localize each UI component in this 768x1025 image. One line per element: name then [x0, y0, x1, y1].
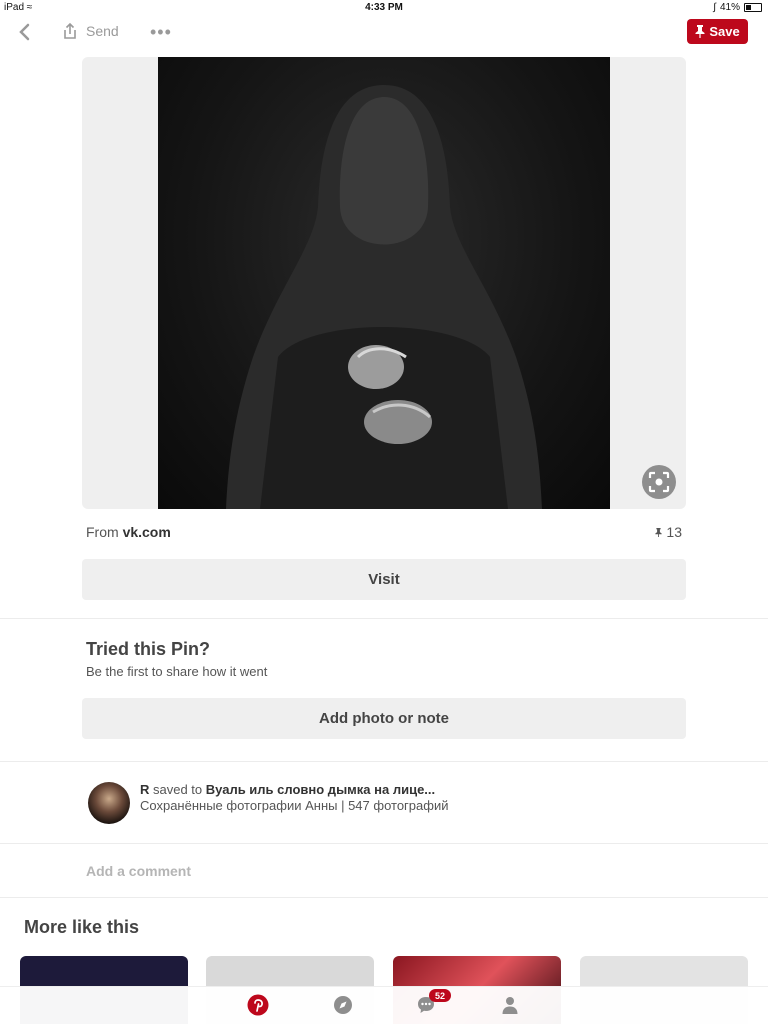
lens-icon: [648, 471, 670, 493]
more-icon: •••: [150, 22, 172, 42]
source-link[interactable]: vk.com: [123, 524, 171, 540]
pin-icon: [695, 25, 705, 38]
save-label: Save: [709, 24, 740, 39]
source-row: From vk.com 13: [86, 524, 682, 542]
share-icon: [64, 22, 76, 39]
pinterest-logo-icon: [247, 994, 269, 1016]
save-button[interactable]: Save: [687, 19, 748, 44]
compass-icon: [334, 996, 352, 1014]
battery-percent: 41%: [719, 2, 740, 13]
veiled-figure-illustration: [226, 85, 542, 509]
saved-by-user[interactable]: R: [140, 782, 149, 797]
battery-icon: [744, 3, 762, 12]
tried-subtitle: Be the first to share how it went: [86, 664, 268, 679]
pin-count-icon: [655, 527, 663, 537]
more-like-this-title: More like this: [24, 917, 140, 937]
avatar[interactable]: [88, 782, 130, 824]
board-detail[interactable]: Сохранённые фотографии Анны | 547 фотогр…: [140, 798, 448, 813]
status-right: ∫ 41%: [713, 2, 762, 13]
tab-profile[interactable]: [498, 993, 522, 1017]
chevron-left-icon: [19, 23, 30, 41]
tab-home[interactable]: [246, 993, 270, 1017]
profile-icon: [502, 997, 518, 1014]
pin-photo: [158, 57, 610, 509]
bottom-tab-bar: [0, 986, 768, 1025]
tab-explore[interactable]: [331, 993, 355, 1017]
save-count: 13: [655, 524, 682, 540]
section-divider: [0, 843, 768, 844]
section-divider: [0, 761, 768, 762]
source-prefix: From: [86, 524, 123, 540]
clock: 4:33 PM: [365, 2, 403, 13]
visual-search-button[interactable]: [642, 465, 676, 499]
bluetooth-icon: ∫: [713, 2, 716, 13]
messages-badge: 52: [429, 989, 451, 1002]
saved-by-line: R saved to Вуаль иль словно дымка на лиц…: [140, 782, 435, 797]
section-divider: [0, 897, 768, 898]
saved-action: saved to: [149, 782, 206, 797]
add-photo-or-note-button[interactable]: Add photo or note: [82, 698, 686, 739]
pin-image-card[interactable]: [82, 57, 686, 509]
back-button[interactable]: [14, 21, 36, 43]
top-toolbar: Send ••• Save: [0, 16, 768, 50]
section-divider: [0, 618, 768, 619]
add-comment-input[interactable]: Add a comment: [86, 863, 191, 879]
board-link[interactable]: Вуаль иль словно дымка на лице...: [206, 782, 435, 797]
send-label: Send: [86, 23, 119, 39]
tried-title: Tried this Pin?: [86, 639, 211, 659]
save-count-value: 13: [666, 524, 682, 540]
visit-button[interactable]: Visit: [82, 559, 686, 600]
status-bar: iPad ≈ 4:33 PM ∫ 41%: [0, 0, 768, 16]
more-options-button[interactable]: •••: [150, 22, 172, 43]
send-button[interactable]: Send: [62, 22, 119, 40]
